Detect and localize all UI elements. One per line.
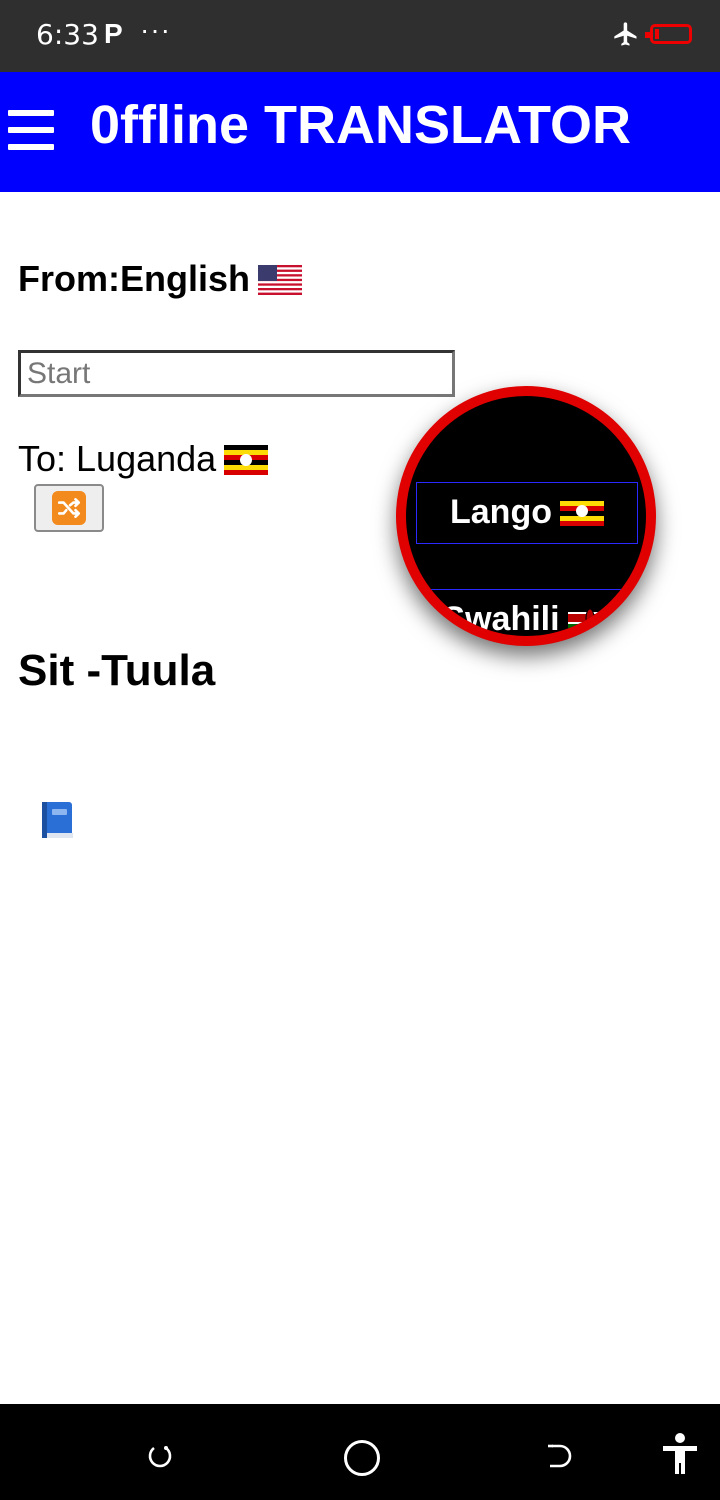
language-option-label: Lango: [450, 493, 552, 531]
back-icon[interactable]: [544, 1442, 574, 1475]
to-language-label[interactable]: To: Luganda: [18, 438, 269, 480]
translation-result: Sit -Tuula: [18, 646, 216, 695]
language-option-lango[interactable]: Lango: [416, 482, 638, 544]
status-bar: 6:33 P ···: [0, 0, 720, 72]
swap-languages-button[interactable]: [34, 484, 104, 532]
hamburger-menu-icon[interactable]: [8, 110, 54, 154]
accessibility-icon[interactable]: [660, 1432, 700, 1481]
language-option-swahili[interactable]: Swahili: [416, 589, 638, 636]
app-title: 0ffline TRANSLATOR: [90, 95, 632, 155]
uganda-flag-icon: [559, 486, 604, 526]
language-option-label: Swahili: [442, 600, 560, 636]
from-language-label: From:English: [18, 258, 302, 300]
us-flag-icon: [258, 262, 302, 295]
uganda-flag-icon: [224, 442, 269, 475]
recents-icon[interactable]: [146, 1442, 174, 1475]
battery-icon: [645, 24, 692, 44]
home-icon[interactable]: [344, 1440, 380, 1476]
from-language-text: From:English: [18, 258, 250, 299]
system-nav-bar: [0, 1404, 720, 1500]
airplane-icon: [612, 20, 640, 53]
more-notifications-icon: ···: [140, 14, 171, 45]
app-bar: 0ffline TRANSLATOR: [0, 72, 720, 192]
app-notification-icon: P: [104, 18, 123, 49]
shuffle-icon: [52, 491, 86, 525]
status-time: 6:33: [36, 18, 99, 51]
language-magnifier: Lango Swahili: [396, 386, 656, 646]
to-language-text: To: Luganda: [18, 438, 217, 479]
language-dropdown-list: Lango Swahili: [406, 396, 646, 636]
kenya-flag-icon: [567, 593, 612, 633]
source-text-input[interactable]: [18, 350, 455, 397]
blue-book-icon[interactable]: [40, 800, 76, 845]
